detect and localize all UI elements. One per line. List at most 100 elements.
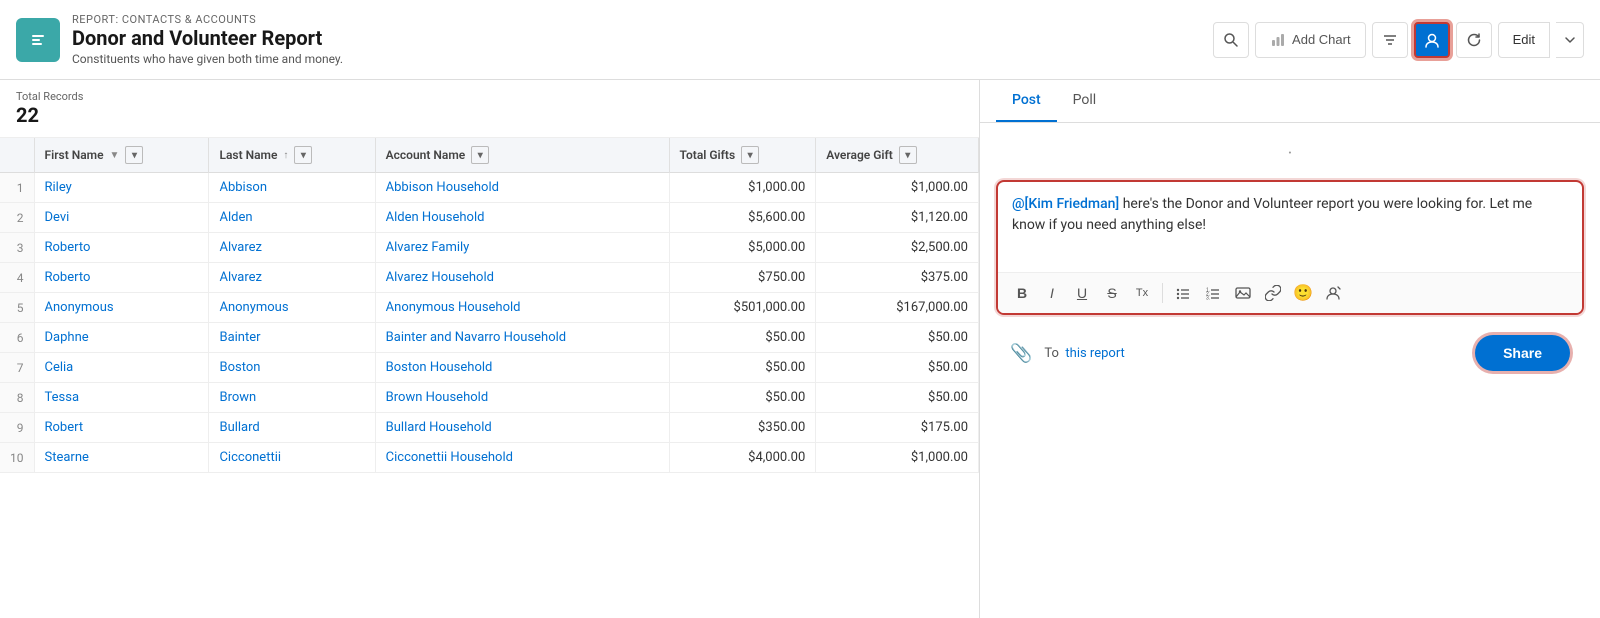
- unordered-list-button[interactable]: [1169, 279, 1197, 307]
- header-actions: Add Chart Edit: [1213, 22, 1584, 58]
- total-gifts-filter-btn[interactable]: ▾: [741, 146, 759, 164]
- last-name-cell[interactable]: Abbison: [209, 173, 375, 203]
- table-row: 8 Tessa Brown Brown Household $50.00 $50…: [0, 383, 979, 413]
- average-gift-cell: $2,500.00: [816, 233, 979, 263]
- first-name-cell[interactable]: Devi: [34, 203, 209, 233]
- total-gifts-cell: $501,000.00: [669, 293, 816, 323]
- app-header: REPORT: CONTACTS & ACCOUNTS Donor and Vo…: [0, 0, 1600, 80]
- filter-button[interactable]: [1372, 22, 1408, 58]
- row-num: 1: [0, 173, 34, 203]
- total-gifts-cell: $50.00: [669, 353, 816, 383]
- table-row: 9 Robert Bullard Bullard Household $350.…: [0, 413, 979, 443]
- table-row: 6 Daphne Bainter Bainter and Navarro Hou…: [0, 323, 979, 353]
- account-name-cell[interactable]: Brown Household: [375, 383, 669, 413]
- link-button[interactable]: [1259, 279, 1287, 307]
- first-name-cell[interactable]: Robert: [34, 413, 209, 443]
- last-name-cell[interactable]: Alvarez: [209, 263, 375, 293]
- dot-indicator: ·: [996, 139, 1584, 168]
- total-records-label: Total Records: [16, 90, 963, 103]
- last-name-cell[interactable]: Anonymous: [209, 293, 375, 323]
- post-editor[interactable]: @[Kim Friedman] here's the Donor and Vol…: [996, 180, 1584, 315]
- tab-post[interactable]: Post: [996, 80, 1057, 122]
- col-last-name[interactable]: Last Name ↑ ▾: [209, 138, 375, 173]
- account-name-cell[interactable]: Alden Household: [375, 203, 669, 233]
- row-num: 4: [0, 263, 34, 293]
- clear-format-button[interactable]: Tx: [1128, 279, 1156, 307]
- ordered-list-button[interactable]: 1.2.3.: [1199, 279, 1227, 307]
- table-row: 3 Roberto Alvarez Alvarez Family $5,000.…: [0, 233, 979, 263]
- mention-button[interactable]: [1319, 279, 1347, 307]
- svg-text:3.: 3.: [1206, 296, 1210, 301]
- col-total-gifts[interactable]: Total Gifts ▾: [669, 138, 816, 173]
- col-first-name[interactable]: First Name ▼ ▾: [34, 138, 209, 173]
- first-name-cell[interactable]: Tessa: [34, 383, 209, 413]
- first-name-cell[interactable]: Celia: [34, 353, 209, 383]
- account-name-cell[interactable]: Bullard Household: [375, 413, 669, 443]
- first-name-cell[interactable]: Riley: [34, 173, 209, 203]
- table-row: 7 Celia Boston Boston Household $50.00 $…: [0, 353, 979, 383]
- first-name-cell[interactable]: Daphne: [34, 323, 209, 353]
- to-link[interactable]: this report: [1065, 346, 1124, 361]
- average-gift-filter-btn[interactable]: ▾: [899, 146, 917, 164]
- col-num: [0, 138, 34, 173]
- share-button[interactable]: Share: [1475, 335, 1570, 371]
- first-name-cell[interactable]: Stearne: [34, 443, 209, 473]
- total-gifts-cell: $1,000.00: [669, 173, 816, 203]
- table-header-row: First Name ▼ ▾ Last Name ↑ ▾: [0, 138, 979, 173]
- last-name-cell[interactable]: Brown: [209, 383, 375, 413]
- last-name-filter-btn[interactable]: ▾: [294, 146, 312, 164]
- total-gifts-cell: $350.00: [669, 413, 816, 443]
- account-name-cell[interactable]: Abbison Household: [375, 173, 669, 203]
- header-subtitle: REPORT: CONTACTS & ACCOUNTS: [72, 13, 343, 26]
- last-name-cell[interactable]: Bullard: [209, 413, 375, 443]
- first-name-cell[interactable]: Roberto: [34, 233, 209, 263]
- first-name-sort-icon[interactable]: ▼: [110, 150, 120, 161]
- chatter-share-button[interactable]: [1414, 22, 1450, 58]
- average-gift-cell: $50.00: [816, 353, 979, 383]
- emoji-button[interactable]: 🙂: [1289, 279, 1317, 307]
- last-name-cell[interactable]: Alvarez: [209, 233, 375, 263]
- average-gift-cell: $1,120.00: [816, 203, 979, 233]
- underline-button[interactable]: U: [1068, 279, 1096, 307]
- last-name-sort-icon[interactable]: ↑: [283, 150, 288, 161]
- add-chart-label: Add Chart: [1292, 32, 1351, 47]
- post-editor-text[interactable]: @[Kim Friedman] here's the Donor and Vol…: [998, 182, 1582, 272]
- account-name-cell[interactable]: Boston Household: [375, 353, 669, 383]
- account-name-cell[interactable]: Anonymous Household: [375, 293, 669, 323]
- strikethrough-button[interactable]: S: [1098, 279, 1126, 307]
- account-name-filter-btn[interactable]: ▾: [471, 146, 489, 164]
- account-name-cell[interactable]: Cicconettii Household: [375, 443, 669, 473]
- post-editor-toolbar: B I U S Tx 1.2.3.: [998, 272, 1582, 313]
- account-name-cell[interactable]: Alvarez Household: [375, 263, 669, 293]
- italic-button[interactable]: I: [1038, 279, 1066, 307]
- search-button[interactable]: [1213, 22, 1249, 58]
- account-name-cell[interactable]: Bainter and Navarro Household: [375, 323, 669, 353]
- account-name-cell[interactable]: Alvarez Family: [375, 233, 669, 263]
- edit-button[interactable]: Edit: [1498, 22, 1550, 58]
- row-num: 2: [0, 203, 34, 233]
- average-gift-cell: $175.00: [816, 413, 979, 443]
- post-footer: 📎 To this report Share: [996, 327, 1584, 379]
- report-icon: [16, 18, 60, 62]
- last-name-cell[interactable]: Bainter: [209, 323, 375, 353]
- average-gift-cell: $1,000.00: [816, 173, 979, 203]
- tab-poll[interactable]: Poll: [1057, 80, 1113, 122]
- col-average-gift[interactable]: Average Gift ▾: [816, 138, 979, 173]
- first-name-cell[interactable]: Roberto: [34, 263, 209, 293]
- main-content: Total Records 22 First Name ▼ ▾: [0, 80, 1600, 618]
- last-name-cell[interactable]: Cicconettii: [209, 443, 375, 473]
- last-name-cell[interactable]: Alden: [209, 203, 375, 233]
- image-button[interactable]: [1229, 279, 1257, 307]
- add-chart-button[interactable]: Add Chart: [1255, 22, 1366, 58]
- refresh-button[interactable]: [1456, 22, 1492, 58]
- attach-icon[interactable]: 📎: [1010, 343, 1032, 364]
- table-row: 2 Devi Alden Alden Household $5,600.00 $…: [0, 203, 979, 233]
- first-name-cell[interactable]: Anonymous: [34, 293, 209, 323]
- total-gifts-cell: $50.00: [669, 383, 816, 413]
- last-name-cell[interactable]: Boston: [209, 353, 375, 383]
- row-num: 9: [0, 413, 34, 443]
- edit-dropdown-button[interactable]: [1556, 22, 1584, 58]
- col-account-name[interactable]: Account Name ▾: [375, 138, 669, 173]
- first-name-filter-btn[interactable]: ▾: [125, 146, 143, 164]
- bold-button[interactable]: B: [1008, 279, 1036, 307]
